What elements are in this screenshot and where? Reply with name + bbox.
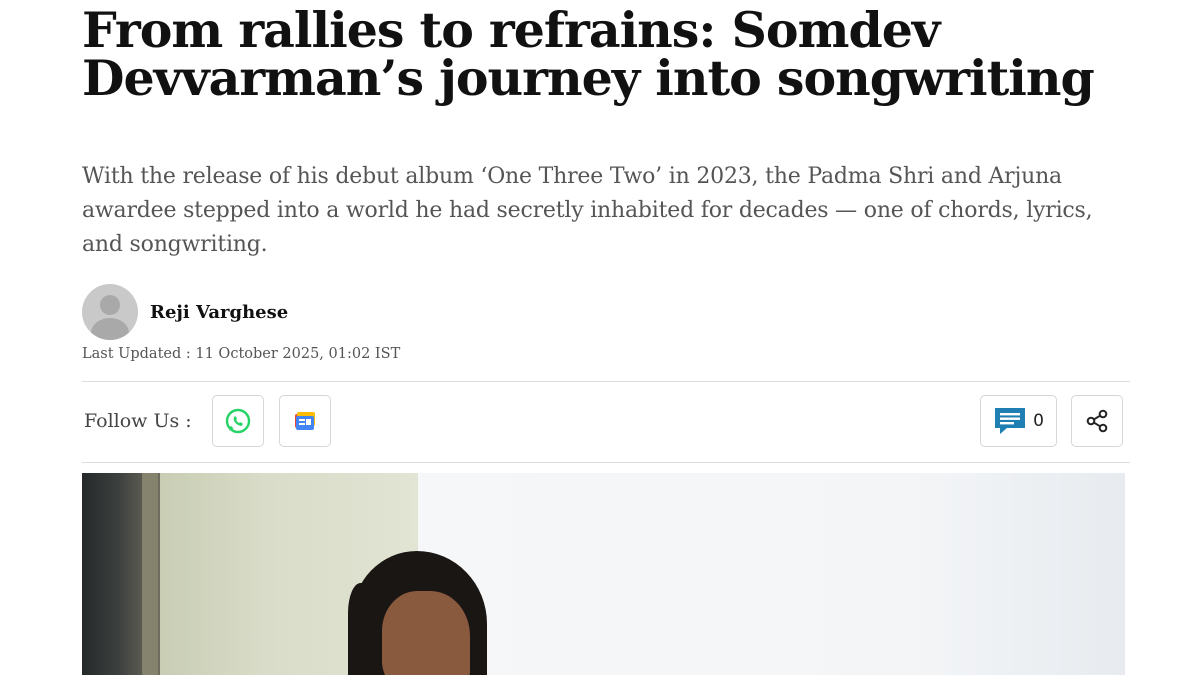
divider-bottom [82, 462, 1130, 463]
avatar-shoulders-shape [91, 318, 129, 340]
hero-doorframe-edge [142, 473, 158, 675]
last-updated: Last Updated : 11 October 2025, 01:02 IS… [82, 346, 401, 362]
share-icon [1086, 409, 1108, 433]
avatar-head-shape [100, 295, 120, 315]
hero-person-face [382, 591, 470, 675]
share-button[interactable] [1071, 395, 1123, 447]
comments-button[interactable]: 0 [980, 395, 1057, 447]
article-headline: From rallies to refrains: Somdev Devvarm… [82, 6, 1142, 103]
comment-count: 0 [1033, 411, 1044, 431]
author-avatar[interactable] [82, 284, 138, 340]
hero-image [82, 473, 1125, 675]
follow-us-label: Follow Us : [84, 410, 192, 432]
article-summary: With the release of his debut album ‘One… [82, 164, 1093, 257]
google-news-icon [295, 412, 315, 430]
google-news-follow-button[interactable] [279, 395, 331, 447]
divider-top [82, 381, 1130, 382]
hero-background-light [418, 473, 1125, 675]
author-name[interactable]: Reji Varghese [150, 302, 288, 323]
whatsapp-icon [225, 408, 251, 434]
author-block: Reji Varghese [82, 284, 288, 340]
whatsapp-follow-button[interactable] [212, 395, 264, 447]
comment-icon [995, 408, 1026, 434]
headline-line-2: Devvarman’s journey into songwriting [82, 49, 1095, 107]
